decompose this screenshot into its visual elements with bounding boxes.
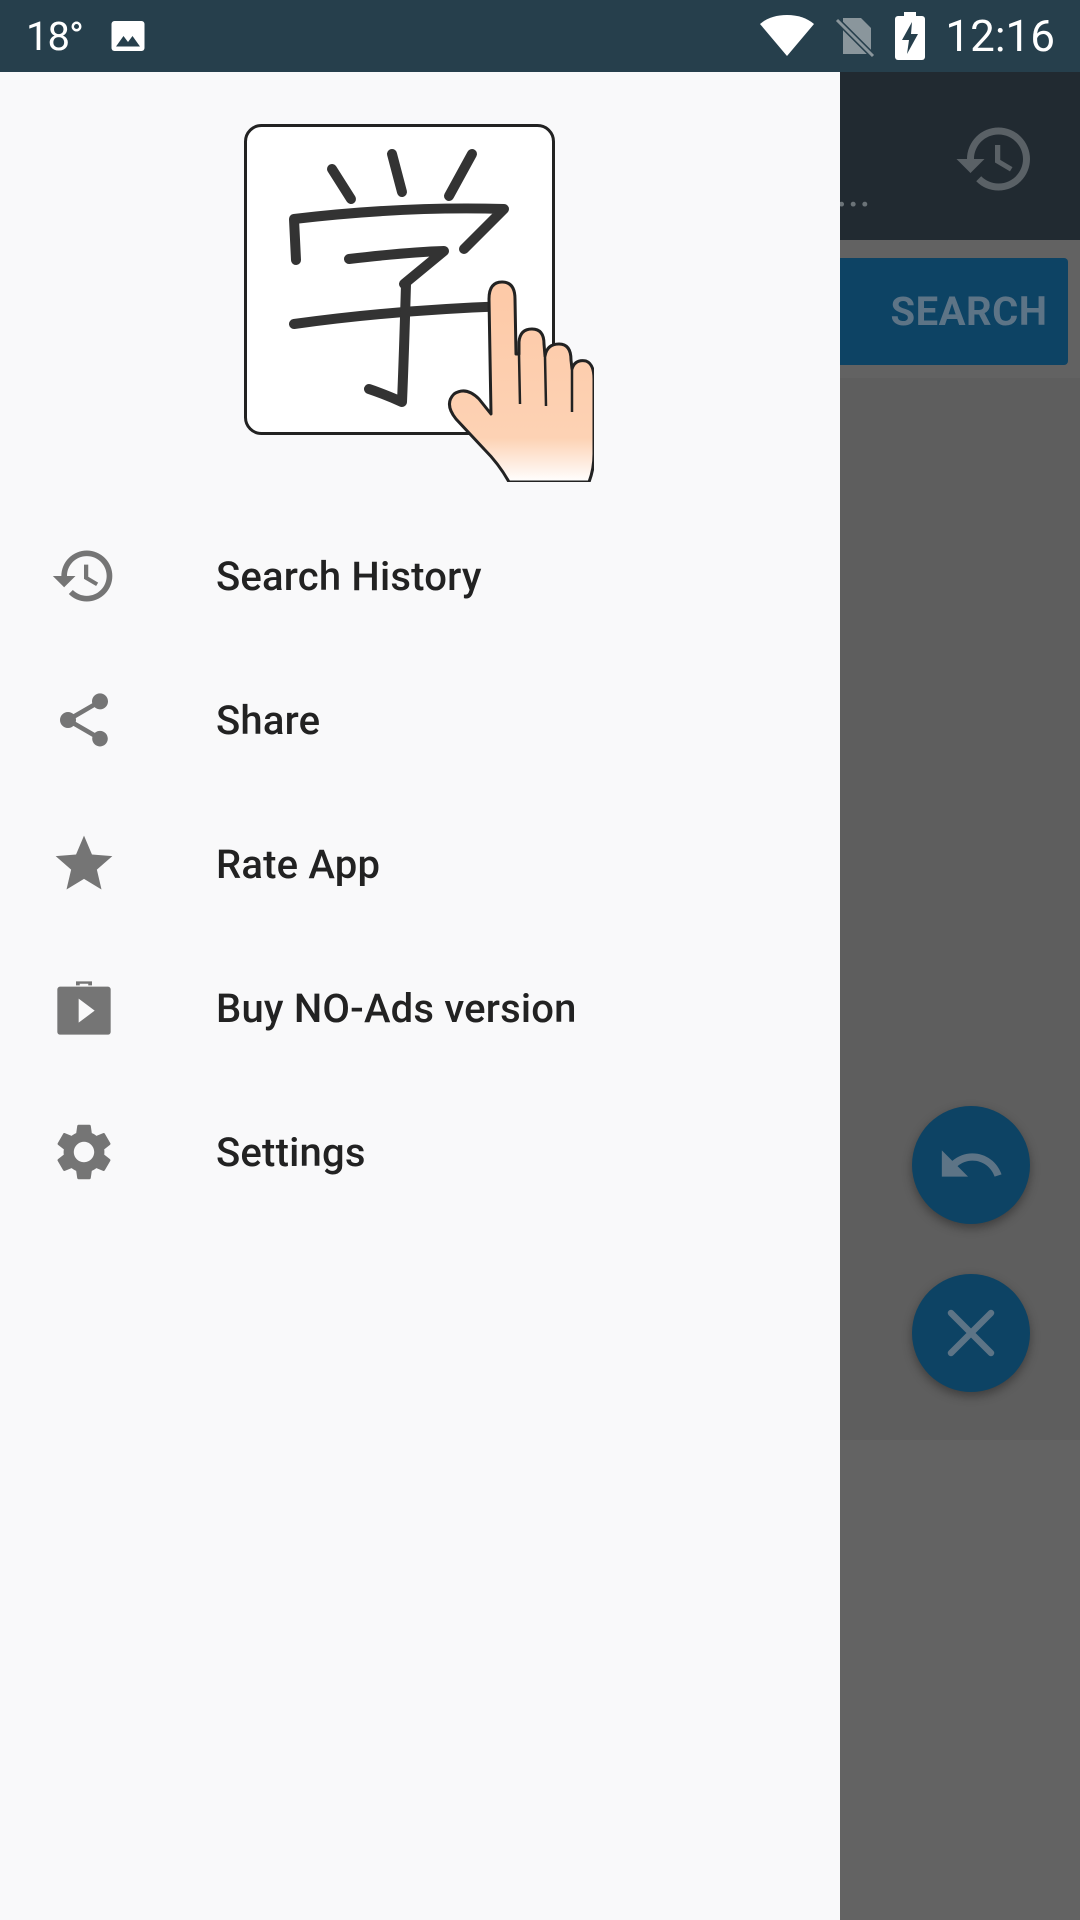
menu-item-buy-no-ads[interactable]: Buy NO-Ads version	[0, 936, 840, 1080]
menu-item-label: Rate App	[216, 840, 381, 888]
clock: 12:16	[945, 10, 1055, 62]
menu-item-label: Buy NO-Ads version	[216, 984, 577, 1032]
battery-charging-icon	[895, 12, 926, 60]
clear-button[interactable]	[912, 1274, 1030, 1392]
history-icon	[50, 542, 118, 610]
play-store-icon	[50, 974, 118, 1042]
menu-item-share[interactable]: Share	[0, 648, 840, 792]
no-sim-icon	[835, 17, 876, 58]
gallery-notification-icon	[111, 21, 145, 51]
search-button[interactable]: SEARCH	[836, 258, 1068, 365]
wifi-icon	[760, 15, 815, 56]
undo-icon	[941, 1150, 1002, 1177]
status-bar: 18° 12:16	[0, 0, 1080, 72]
navigation-drawer: Search History Share Rate App Buy NO-Ads	[0, 72, 840, 1920]
toolbar-history-icon[interactable]	[953, 117, 1037, 201]
results-area	[840, 1440, 1080, 1920]
gear-icon	[50, 1118, 118, 1186]
menu-item-label: Share	[216, 696, 321, 744]
close-icon	[947, 1309, 995, 1357]
menu-item-settings[interactable]: Settings	[0, 1080, 840, 1224]
menu-item-search-history[interactable]: Search History	[0, 504, 840, 648]
star-icon	[50, 830, 118, 898]
weather-temperature: 18°	[26, 12, 84, 60]
share-icon	[50, 686, 118, 754]
toolbar-title-overflow: ...	[836, 165, 871, 217]
app-logo	[244, 124, 594, 482]
menu-item-label: Search History	[216, 552, 482, 600]
drawer-menu: Search History Share Rate App Buy NO-Ads	[0, 504, 840, 1224]
menu-item-rate-app[interactable]: Rate App	[0, 792, 840, 936]
menu-item-label: Settings	[216, 1128, 366, 1176]
undo-button[interactable]	[912, 1106, 1030, 1224]
